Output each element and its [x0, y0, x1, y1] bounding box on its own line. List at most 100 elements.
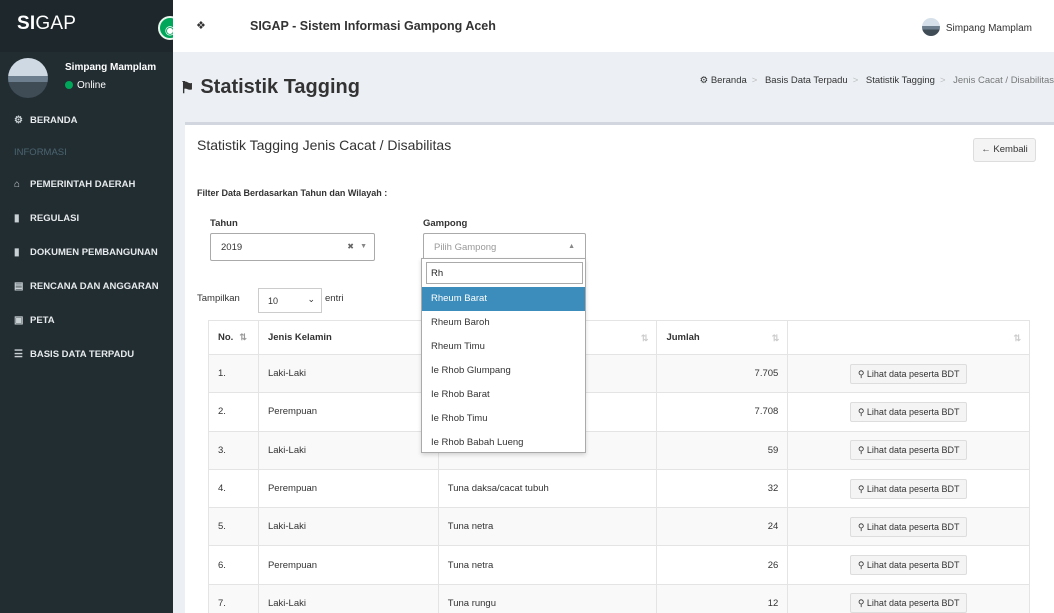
clear-icon[interactable]: ✖	[347, 242, 354, 251]
user-status: Online	[65, 80, 106, 91]
status-dot-icon	[65, 81, 73, 89]
breadcrumb-home-icon: ⚙	[699, 75, 709, 86]
cell-count: 32	[656, 468, 789, 509]
avatar	[921, 18, 940, 36]
sidebar-item-peta[interactable]: ▣ PETA	[0, 304, 173, 338]
cell-count: 12	[656, 583, 789, 613]
back-button[interactable]: ← Kembali	[973, 138, 1036, 162]
cell-gender: Laki-Laki	[257, 583, 439, 613]
col-header-jenis-kelamin[interactable]: Jenis Kelamin	[257, 320, 439, 355]
cell-action: ⚲ Lihat data peserta BDT	[787, 545, 1030, 585]
dropdown-option[interactable]: Ie Rhob Barat	[422, 383, 585, 407]
search-icon: ⚲	[857, 368, 867, 379]
cell-type: Tuna rungu	[437, 583, 658, 613]
view-bdt-button[interactable]: ⚲ Lihat data peserta BDT	[849, 363, 968, 384]
breadcrumb: ⚙ Beranda > Basis Data Terpadu > Statistik…	[699, 75, 1054, 86]
view-bdt-button[interactable]: ⚲ Lihat data peserta BDT	[849, 555, 968, 576]
tag-icon: ⚑	[180, 80, 195, 97]
logo-bar: SIGAP ◉	[0, 0, 182, 52]
tahun-value: 2019	[221, 242, 243, 253]
sidebar-menu: ⚙ BERANDA INFORMASI ⌂ PEMERINTAH DAERAH ▮ R…	[0, 104, 173, 372]
breadcrumb-item-basis-data[interactable]: Basis Data Terpadu	[765, 75, 848, 86]
user-panel: Simpang Mamplam Online	[0, 52, 173, 104]
home-icon[interactable]: ❖	[196, 19, 206, 32]
view-bdt-button[interactable]: ⚲ Lihat data peserta BDT	[849, 478, 968, 499]
sidebar: SIGAP ◉ Simpang Mamplam Online ⚙ BERANDA …	[0, 0, 182, 613]
gampong-dropdown: Rheum Barat Rheum Baroh Rheum Timu Ie Rh…	[421, 258, 586, 453]
app-title: SIGAP - Sistem Informasi Gampong Aceh	[250, 19, 496, 33]
gampong-label: Gampong	[423, 218, 468, 229]
cell-no: 7.	[208, 583, 259, 613]
institution-icon: ⌂	[14, 179, 21, 190]
gampong-placeholder: Pilih Gampong	[434, 242, 497, 253]
gampong-search-input[interactable]	[426, 262, 583, 284]
cell-count: 59	[656, 430, 789, 470]
search-icon: ⚲	[857, 445, 867, 456]
cell-action: ⚲ Lihat data peserta BDT	[787, 507, 1030, 547]
sidebar-item-rencana-dan-anggaran[interactable]: ▤ RENCANA DAN ANGGARAN	[0, 270, 173, 304]
tahun-label: Tahun	[210, 218, 238, 229]
cell-type: Tuna daksa/cacat tubuh	[437, 468, 658, 509]
cell-count: 24	[656, 507, 789, 547]
arrow-left-icon: ←	[981, 144, 994, 155]
top-navbar: ❖ SIGAP - Sistem Informasi Gampong Aceh …	[173, 0, 1054, 52]
table-row: 5. Laki-Laki Tuna netra 24 ⚲ Lihat data …	[208, 507, 1030, 547]
chevron-down-icon: ⌄	[307, 294, 315, 304]
table-row: 2. Perempuan 7.708 ⚲ Lihat data peserta …	[208, 392, 1030, 432]
col-header-no[interactable]: No. ⇅	[208, 320, 259, 355]
cell-type: Tuna netra	[437, 545, 658, 585]
cell-gender: Laki-Laki	[257, 430, 439, 470]
dropdown-option[interactable]: Rheum Timu	[422, 335, 585, 359]
table-row: 1. Laki-Laki 7.705 ⚲ Lihat data peserta …	[208, 353, 1030, 394]
sort-icon: ⇅	[640, 333, 649, 343]
cell-action: ⚲ Lihat data peserta BDT	[787, 583, 1030, 613]
dropdown-option[interactable]: Ie Rhob Glumpang	[422, 359, 585, 383]
search-icon: ⚲	[857, 483, 867, 494]
view-bdt-button[interactable]: ⚲ Lihat data peserta BDT	[849, 401, 968, 422]
dropdown-option[interactable]: Ie Rhob Timu	[422, 407, 585, 431]
sort-icon: ⇅	[771, 333, 780, 343]
cell-type: Tuna netra	[437, 507, 658, 547]
dropdown-option[interactable]: Rheum Barat	[422, 287, 585, 311]
table-row: 7. Laki-Laki Tuna rungu 12 ⚲ Lihat data …	[208, 583, 1030, 613]
gampong-select[interactable]: Pilih Gampong ▲	[423, 233, 586, 261]
view-bdt-button[interactable]: ⚲ Lihat data peserta BDT	[849, 593, 968, 613]
search-icon: ⚲	[857, 598, 867, 609]
sidebar-item-regulasi[interactable]: ▮ REGULASI	[0, 202, 173, 236]
view-bdt-button[interactable]: ⚲ Lihat data peserta BDT	[849, 516, 968, 537]
sidebar-item-basis-data-terpadu[interactable]: ☰ BASIS DATA TERPADU	[0, 338, 173, 372]
entries-label: entri	[325, 293, 344, 304]
breadcrumb-item-statistik[interactable]: Statistik Tagging	[866, 75, 935, 86]
dropdown-option[interactable]: Ie Rhob Babah Lueng	[422, 431, 585, 455]
cell-gender: Perempuan	[257, 545, 439, 585]
col-header-aksi[interactable]: ⇅	[787, 320, 1030, 355]
table-row: 4. Perempuan Tuna daksa/cacat tubuh 32 ⚲…	[208, 468, 1030, 509]
cell-no: 1.	[208, 353, 259, 394]
page-length-select[interactable]: 10 ⌄	[258, 288, 322, 313]
sidebar-item-pemerintah-daerah[interactable]: ⌂ PEMERINTAH DAERAH	[0, 168, 173, 202]
dropdown-option[interactable]: Rheum Baroh	[422, 311, 585, 335]
col-header-jumlah[interactable]: Jumlah ⇅	[656, 320, 789, 355]
avatar	[8, 58, 48, 98]
table-header-row: No. ⇅ Jenis Kelamin ⇅ Jumlah ⇅ ⇅	[208, 320, 1030, 355]
cell-action: ⚲ Lihat data peserta BDT	[787, 392, 1030, 432]
filter-title: Filter Data Berdasarkan Tahun dan Wilaya…	[197, 188, 388, 198]
map-icon: ▣	[14, 315, 24, 326]
cell-no: 3.	[208, 430, 259, 470]
sidebar-item-dokumen-pembangunan[interactable]: ▮ DOKUMEN PEMBANGUNAN	[0, 236, 173, 270]
cell-no: 5.	[208, 507, 259, 547]
book-icon: ▮	[14, 247, 20, 258]
view-bdt-button[interactable]: ⚲ Lihat data peserta BDT	[849, 440, 968, 461]
cell-count: 7.708	[656, 392, 789, 432]
breadcrumb-item-beranda[interactable]: Beranda	[711, 75, 747, 86]
cell-gender: Perempuan	[257, 468, 439, 509]
cell-gender: Laki-Laki	[257, 507, 439, 547]
cell-gender: Perempuan	[257, 392, 439, 432]
sort-icon: ⇅	[1013, 333, 1021, 343]
content-header: ⚑ Statistik Tagging ⚙ Beranda > Basis Data…	[173, 52, 1054, 122]
file-icon: ▤	[14, 281, 24, 292]
sidebar-item-beranda[interactable]: ⚙ BERANDA	[0, 104, 173, 138]
tahun-select[interactable]: 2019 ✖ ▼	[210, 233, 375, 261]
user-menu[interactable]: Simpang Mamplam	[921, 18, 1032, 36]
app-logo[interactable]: SIGAP	[17, 13, 76, 35]
